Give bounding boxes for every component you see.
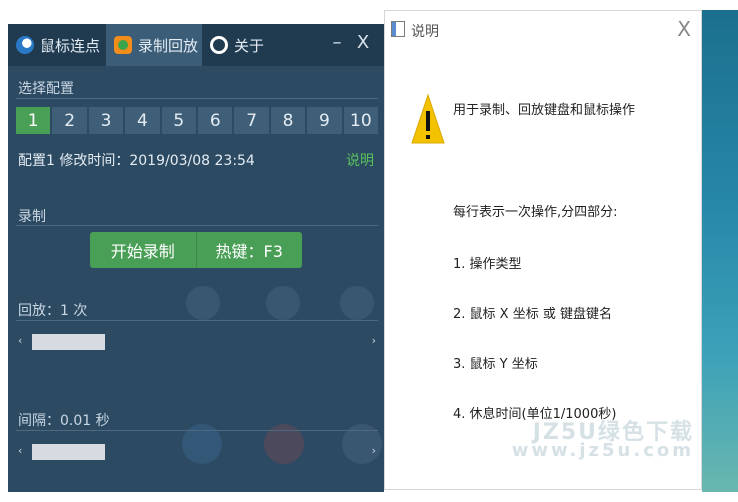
slider-thumb[interactable] [32, 334, 105, 350]
config-button-10[interactable]: 10 [343, 107, 379, 134]
minimize-button[interactable]: – [326, 32, 348, 53]
tab-label: 录制回放 [138, 36, 199, 55]
watermark-url: www.jz5u.com [511, 440, 694, 461]
dialog-item-3: 3. 鼠标 Y 坐标 [453, 357, 538, 372]
record-icon [114, 36, 132, 54]
record-button-label: 开始录制 [110, 242, 175, 261]
desktop-background [702, 10, 738, 492]
config-button-1[interactable]: 1 [16, 107, 51, 134]
dialog-description: 用于录制、回放键盘和鼠标操作 [453, 103, 636, 118]
playback-count-label: 回放：1 次 [18, 303, 88, 319]
tab-bar: 鼠标连点 录制回放 关于 – X [8, 24, 384, 66]
dialog-title: 说明 [411, 24, 439, 40]
config-button-6[interactable]: 6 [198, 107, 233, 134]
slider-track[interactable] [32, 444, 362, 460]
divider [16, 320, 378, 321]
interval-slider[interactable]: ‹ › [16, 444, 378, 460]
hotkey-label: 热键：F3 [215, 242, 283, 261]
dialog-item-1: 1. 操作类型 [453, 257, 522, 272]
tab-record-playback[interactable]: 录制回放 [106, 24, 202, 66]
record-section-label: 录制 [18, 209, 46, 225]
divider [16, 430, 378, 431]
divider [16, 98, 378, 99]
close-button[interactable]: X [352, 32, 374, 53]
config-info-text: 配置1 修改时间：2019/03/08 23:54 [18, 153, 255, 169]
config-button-3[interactable]: 3 [88, 107, 124, 134]
slider-thumb[interactable] [32, 444, 105, 460]
config-button-8[interactable]: 8 [270, 107, 306, 134]
config-button-9[interactable]: 9 [307, 107, 342, 134]
config-button-2[interactable]: 2 [52, 107, 87, 134]
warning-icon [411, 93, 445, 144]
config-selector: 1 2 3 4 5 6 7 8 9 10 [16, 107, 379, 134]
background-decoration [340, 286, 374, 320]
dialog-close-button[interactable]: X [677, 17, 691, 41]
dialog-item-2: 2. 鼠标 X 坐标 或 键盘键名 [453, 307, 612, 322]
about-icon [210, 36, 228, 54]
tab-mouse-clicker[interactable]: 鼠标连点 [8, 24, 106, 66]
slider-left-arrow[interactable]: ‹ [18, 334, 22, 347]
config-button-7[interactable]: 7 [234, 107, 269, 134]
mouse-clicker-window: 鼠标连点 录制回放 关于 – X 选择配置 1 2 3 4 5 6 7 8 9 … [8, 24, 384, 492]
window-icon [391, 21, 405, 37]
config-section-label: 选择配置 [18, 81, 74, 97]
divider [16, 225, 378, 226]
slider-right-arrow[interactable]: › [372, 444, 376, 457]
tab-label: 关于 [234, 36, 265, 55]
slider-left-arrow[interactable]: ‹ [18, 444, 22, 457]
background-decoration [186, 286, 220, 320]
start-record-button[interactable]: 开始录制 热键：F3 [90, 232, 302, 268]
tab-about[interactable]: 关于 [202, 24, 272, 66]
background-decoration [266, 286, 300, 320]
playback-count-slider[interactable]: ‹ › [16, 334, 378, 350]
config-button-5[interactable]: 5 [161, 107, 197, 134]
mouse-icon [16, 36, 34, 54]
interval-label: 间隔：0.01 秒 [18, 413, 110, 429]
tab-label: 鼠标连点 [40, 36, 101, 55]
dialog-format-intro: 每行表示一次操作,分四部分: [453, 205, 618, 220]
config-button-4[interactable]: 4 [125, 107, 160, 134]
slider-track[interactable] [32, 334, 362, 350]
slider-right-arrow[interactable]: › [372, 334, 376, 347]
help-link[interactable]: 说明 [346, 150, 374, 170]
